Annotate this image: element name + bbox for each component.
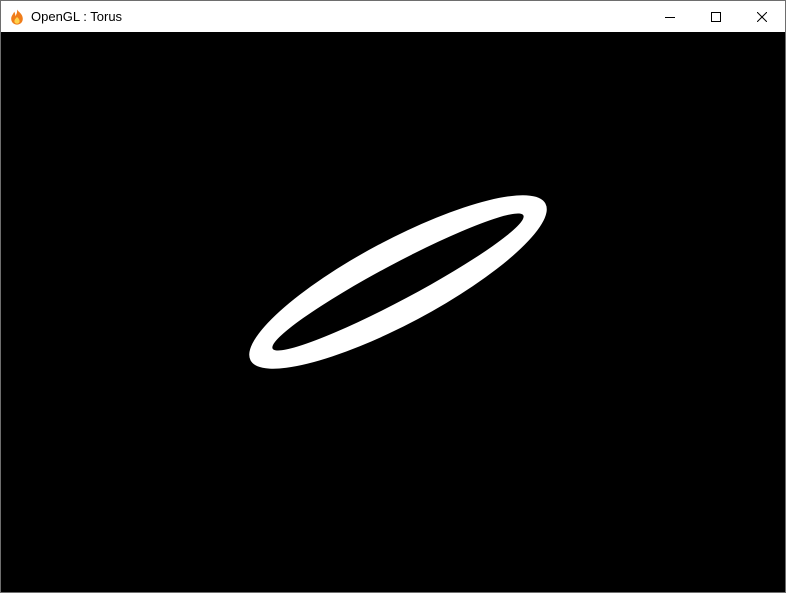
flame-app-icon[interactable] — [9, 9, 25, 25]
close-button[interactable] — [739, 1, 785, 32]
torus-render — [1, 32, 785, 592]
maximize-icon — [711, 11, 721, 22]
minimize-button[interactable] — [647, 1, 693, 32]
opengl-viewport[interactable] — [1, 32, 785, 592]
window-title: OpenGL : Torus — [31, 9, 123, 24]
title-bar[interactable]: OpenGL : Torus — [1, 1, 785, 32]
window-controls — [647, 1, 785, 32]
maximize-button[interactable] — [693, 1, 739, 32]
app-window: OpenGL : Torus — [0, 0, 786, 593]
close-icon — [757, 11, 767, 22]
minimize-icon — [665, 16, 675, 18]
